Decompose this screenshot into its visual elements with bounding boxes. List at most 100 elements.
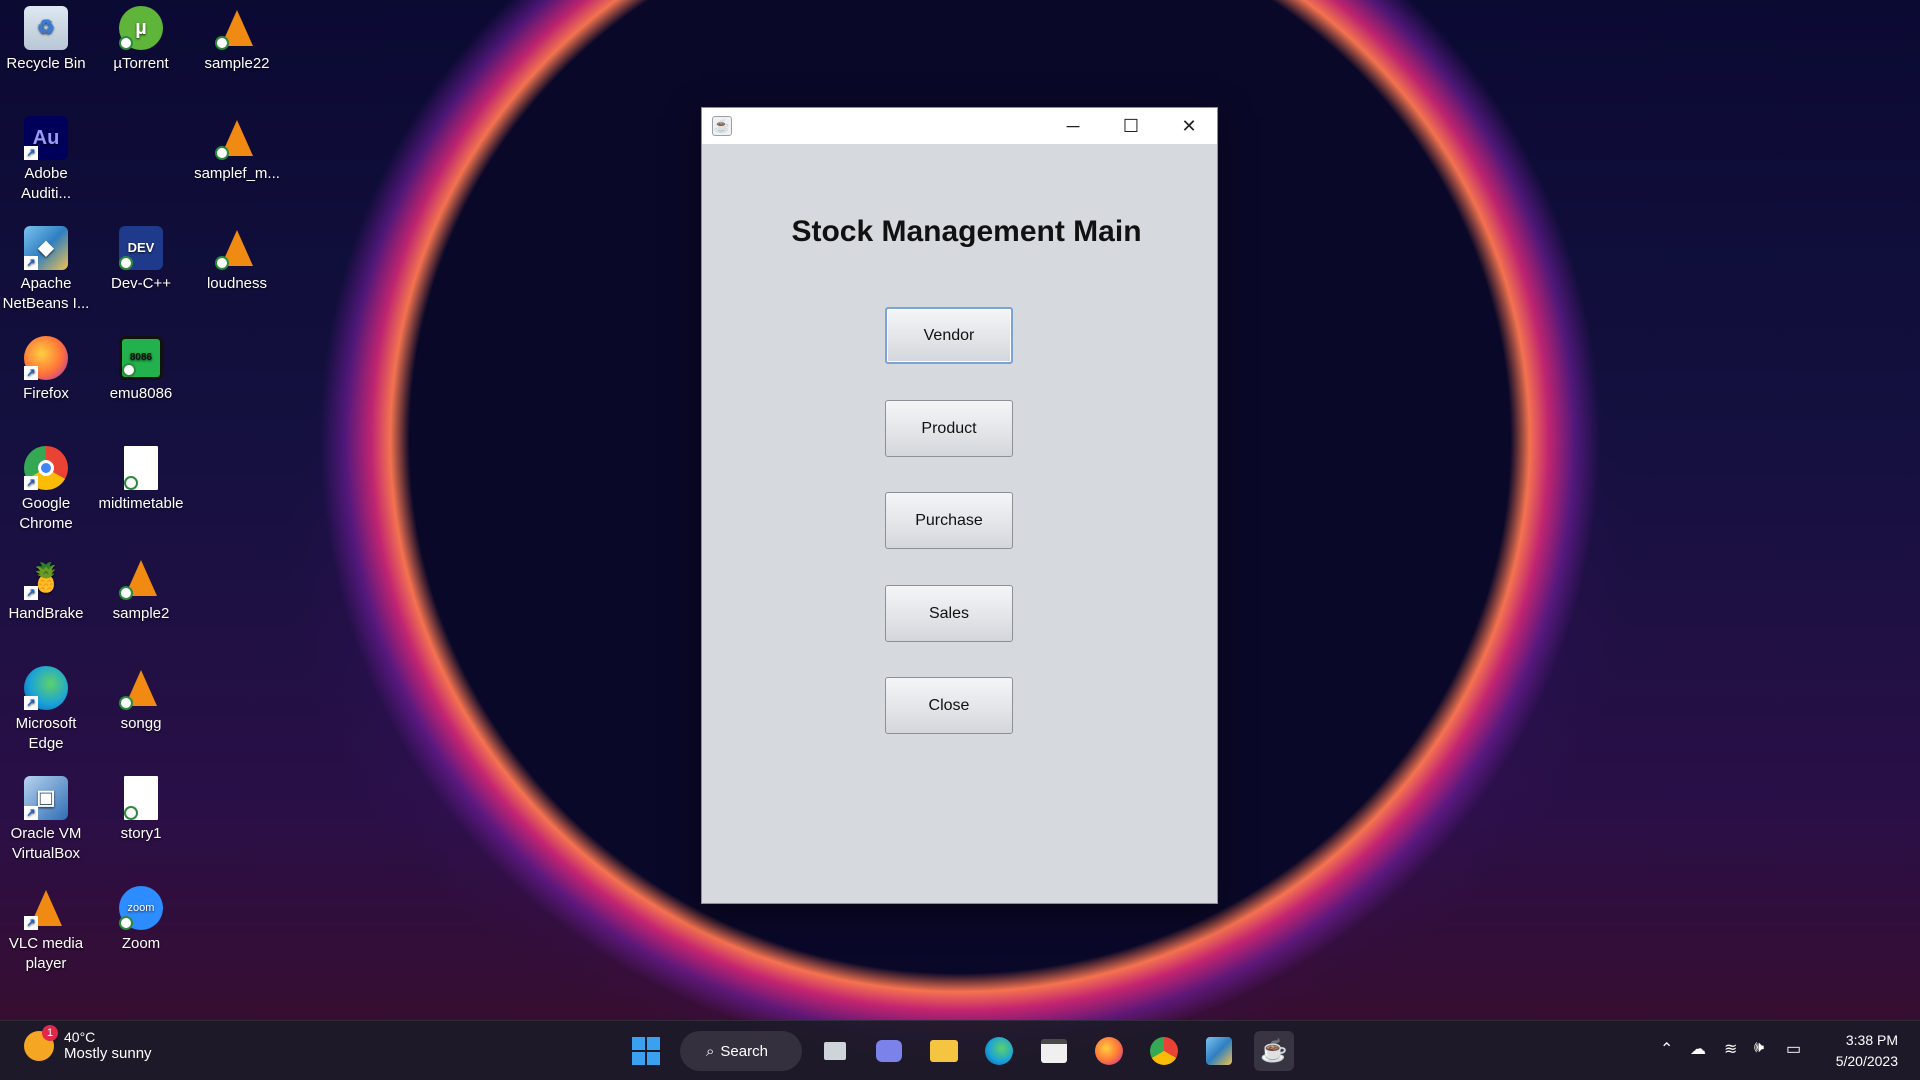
desktop-icon-firefox[interactable]: ↗ Firefox [1, 336, 91, 404]
page-title: Stock Management Main [791, 215, 1142, 248]
minimize-button[interactable]: ─ [1044, 108, 1102, 144]
sync-check-icon [119, 696, 133, 710]
desktop-icon-recycle-bin[interactable]: ♻ Recycle Bin [1, 6, 91, 74]
chrome-taskbar-button[interactable] [1144, 1031, 1184, 1071]
shortcut-arrow-icon: ↗ [24, 916, 38, 930]
desktop-icon-sample22[interactable]: sample22 [192, 6, 282, 74]
sun-icon: 1 [24, 1024, 58, 1061]
desktop-icon-sample2[interactable]: sample2 [96, 556, 186, 624]
shortcut-arrow-icon: ↗ [24, 696, 38, 710]
shortcut-arrow-icon: ↗ [24, 476, 38, 490]
desktop-icon-netbeans[interactable]: ◆ ↗ Apache NetBeans I... [1, 226, 91, 314]
desktop-icon-label: Microsoft Edge [15, 715, 77, 752]
vlc-cone-icon [215, 6, 259, 50]
purchase-button[interactable]: Purchase [885, 492, 1013, 549]
desktop-icon-handbrake[interactable]: 🍍 ↗ HandBrake [1, 556, 91, 624]
volume-icon[interactable]: 🕪 [1754, 1039, 1764, 1057]
desktop-icon-vlc[interactable]: ↗ VLC media player [1, 886, 91, 974]
start-button[interactable] [626, 1031, 666, 1071]
sync-check-icon [119, 916, 133, 930]
search-label: Search [720, 1042, 768, 1060]
document-icon [124, 776, 158, 820]
product-button[interactable]: Product [885, 400, 1013, 457]
desktop-icon-samplef[interactable]: samplef_m... [192, 116, 282, 184]
sync-check-icon [119, 36, 133, 50]
vendor-button[interactable]: Vendor [885, 307, 1013, 364]
netbeans-icon [1206, 1037, 1232, 1065]
firefox-icon: ↗ [24, 336, 68, 380]
desktop-icon-label: sample2 [112, 605, 170, 622]
close-button[interactable]: Close [885, 677, 1013, 734]
show-hidden-icons-button[interactable]: ⌃ [1660, 1039, 1673, 1059]
window-titlebar[interactable]: ☕ ─ ☐ ✕ [702, 108, 1217, 144]
desktop-icon-midtimetable[interactable]: midtimetable [96, 446, 186, 514]
desktop-icon-devcpp[interactable]: DEV Dev-C++ [96, 226, 186, 294]
desktop-icon-utorrent[interactable]: µ µTorrent [96, 6, 186, 74]
java-app-taskbar-button[interactable]: ☕ [1254, 1031, 1294, 1071]
desktop-icon-zoom[interactable]: zoom Zoom [96, 886, 186, 954]
taskbar: 1 40°C Mostly sunny ⌕ Search ☕ ⌃ ☁ ≋ 🕪 ▭… [0, 1020, 1920, 1080]
store-button[interactable] [1034, 1031, 1074, 1071]
teams-chat-button[interactable] [869, 1031, 909, 1071]
shortcut-arrow-icon: ↗ [24, 366, 38, 380]
desktop-icon-loudness[interactable]: loudness [192, 226, 282, 294]
weather-temperature: 40°C [64, 1029, 96, 1045]
window-close-button[interactable]: ✕ [1160, 108, 1218, 144]
edge-icon [985, 1037, 1013, 1065]
desktop-icon-adobe-audition[interactable]: Au ↗ Adobe Auditi... [1, 116, 91, 204]
desktop-icon-virtualbox[interactable]: ▣ ↗ Oracle VM VirtualBox [1, 776, 91, 864]
vlc-cone-icon [119, 666, 163, 710]
desktop-icon-label: Google Chrome [19, 495, 73, 532]
weather-description: Mostly sunny [64, 1045, 152, 1062]
desktop-icon-songg[interactable]: songg [96, 666, 186, 734]
vlc-cone-icon [119, 556, 163, 600]
vlc-cone-icon: ↗ [24, 886, 68, 930]
desktop-icon-microsoft-edge[interactable]: ↗ Microsoft Edge [1, 666, 91, 754]
file-explorer-button[interactable] [924, 1031, 964, 1071]
desktop-icon-label: Adobe Auditi... [20, 165, 72, 202]
vlc-cone-icon [215, 226, 259, 270]
desktop-icon-label: Recycle Bin [6, 55, 86, 72]
wifi-icon[interactable]: ≋ [1724, 1039, 1737, 1059]
desktop-icon-google-chrome[interactable]: ↗ Google Chrome [1, 446, 91, 534]
clock-time: 3:38 PM [1845, 1032, 1898, 1048]
desktop-icon-story1[interactable]: story1 [96, 776, 186, 844]
vlc-cone-icon [215, 116, 259, 160]
desktop-icon-label: HandBrake [8, 605, 84, 622]
battery-icon[interactable]: ▭ [1786, 1039, 1801, 1059]
taskbar-clock[interactable]: 3:38 PM 5/20/2023 [1836, 1030, 1898, 1072]
chrome-icon: ↗ [24, 446, 68, 490]
desktop-icon-label: sample22 [204, 55, 270, 72]
maximize-button[interactable]: ☐ [1102, 108, 1160, 144]
desktop-icon-label: story1 [120, 825, 162, 842]
sales-button[interactable]: Sales [885, 585, 1013, 642]
close-icon: ✕ [1181, 115, 1197, 136]
desktop-icon-emu8086[interactable]: 8086 emu8086 [96, 336, 186, 404]
desktop-icon-label: Firefox [23, 385, 69, 402]
weather-widget[interactable]: 1 40°C Mostly sunny [24, 1024, 152, 1062]
sync-check-icon [119, 586, 133, 600]
sync-check-icon [215, 256, 229, 270]
stock-management-window: ☕ ─ ☐ ✕ Stock Management Main Vendor Pro… [701, 107, 1218, 904]
adobe-audition-icon: Au ↗ [24, 116, 68, 160]
maximize-icon: ☐ [1122, 115, 1140, 136]
onedrive-cloud-icon[interactable]: ☁ [1690, 1039, 1706, 1059]
desktop-icon-label: midtimetable [98, 495, 184, 512]
recycle-bin-icon: ♻ [24, 6, 68, 50]
sync-check-icon [215, 146, 229, 160]
shortcut-arrow-icon: ↗ [24, 806, 38, 820]
taskbar-search[interactable]: ⌕ Search [680, 1031, 802, 1071]
desktop-icon-label: Oracle VM VirtualBox [10, 825, 82, 862]
firefox-taskbar-button[interactable] [1089, 1031, 1129, 1071]
netbeans-taskbar-button[interactable] [1199, 1031, 1239, 1071]
sync-check-icon [122, 363, 136, 377]
notification-badge: 1 [42, 1024, 58, 1041]
task-view-button[interactable] [815, 1031, 855, 1071]
minimize-icon: ─ [1066, 115, 1080, 136]
firefox-icon [1095, 1037, 1123, 1065]
edge-taskbar-button[interactable] [979, 1031, 1019, 1071]
edge-icon: ↗ [24, 666, 68, 710]
desktop-icon-label: Dev-C++ [110, 275, 172, 292]
store-icon [1041, 1039, 1067, 1063]
sync-check-icon [124, 476, 138, 490]
